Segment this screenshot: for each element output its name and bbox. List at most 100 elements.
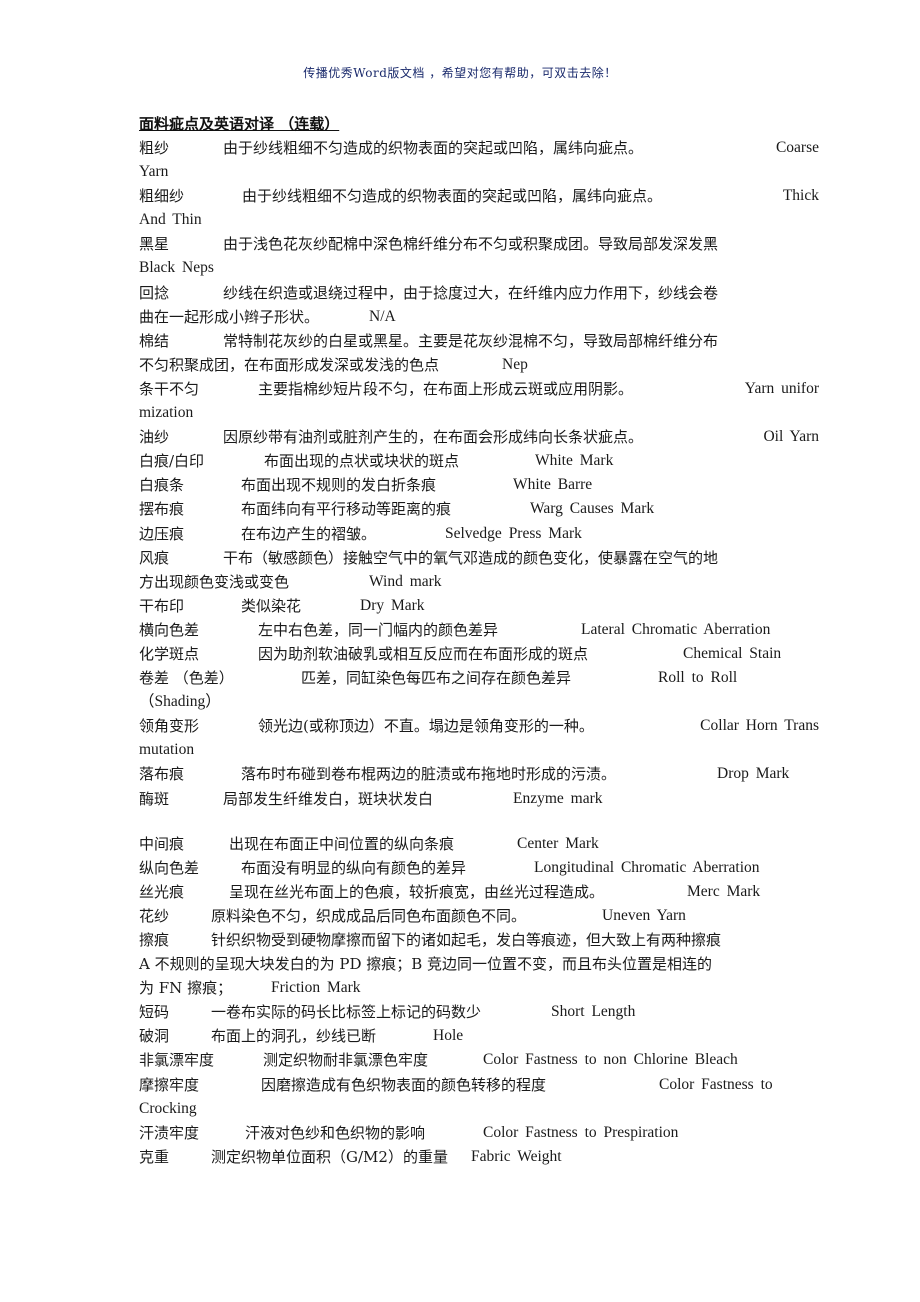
glossary-continuation-line: Yarn xyxy=(139,160,819,184)
term-english: White Mark xyxy=(535,452,614,470)
term-zh: 克重 xyxy=(139,1147,170,1166)
term-description: 原料染色不匀，织成成品后同色布面颜色不同。 xyxy=(211,906,527,925)
term-english: And Thin xyxy=(139,211,202,229)
term-description: 局部发生纤维发白，斑块状发白 xyxy=(223,789,434,808)
glossary-continuation-line: 方出现颜色变浅或变色 Wind mark xyxy=(139,570,819,594)
glossary-entry: 白痕/白印 布面出现的点状或块状的斑点 White Mark xyxy=(139,449,819,473)
term-description: 测定织物耐非氯漂色牢度 xyxy=(263,1051,429,1070)
term-zh: 白痕条 xyxy=(139,476,185,495)
glossary-entry: 黑星 由于浅色花灰纱配棉中深色棉纤维分布不匀或积聚成团。导致局部发深发黑 xyxy=(139,232,819,256)
term-zh: 粗纱 xyxy=(139,139,170,157)
term-english: White Barre xyxy=(513,476,593,494)
term-english: Collar Horn Trans xyxy=(700,717,819,735)
glossary-continuation-line: （Shading） xyxy=(139,690,819,714)
glossary-continuation-line: 不匀积聚成团，在布面形成发深或发浅的色点 Nep xyxy=(139,353,819,377)
term-description: 方出现颜色变浅或变色 xyxy=(139,572,290,591)
term-english: N/A xyxy=(369,307,396,325)
term-english: Dry Mark xyxy=(360,596,425,614)
term-english: Nep xyxy=(502,355,528,373)
term-zh: 落布痕 xyxy=(139,765,185,784)
header-notice: 传播优秀Word版文档 ，希望对您有帮助，可双击去除！ xyxy=(303,66,617,80)
term-zh: 丝光痕 xyxy=(139,882,185,901)
term-zh: 花纱 xyxy=(139,906,170,925)
term-description: 布面出现的点状或块状的斑点 xyxy=(264,452,460,471)
glossary-entry: 摆布痕 布面纬向有平行移动等距离的痕 Warg Causes Mark xyxy=(139,497,819,521)
term-english: Hole xyxy=(433,1027,464,1045)
glossary-entry: 中间痕 出现在布面正中间位置的纵向条痕 Center Mark xyxy=(139,832,819,856)
glossary-entry: 领角变形 领光边(或称顶边）不直。塌边是领角变形的一种。 Collar Horn T… xyxy=(139,714,819,738)
term-zh: 回捻 xyxy=(139,283,170,302)
term-description: 常特制花灰纱的白星或黑星。主要是花灰纱混棉不匀，导致局部棉纤维分布 xyxy=(223,331,719,350)
term-english: Thick xyxy=(782,187,819,205)
term-zh: 黑星 xyxy=(139,235,170,254)
glossary-entry: 酶斑 局部发生纤维发白，斑块状发白 Enzyme mark xyxy=(139,787,819,811)
term-zh: 卷差 （色差） xyxy=(139,669,234,688)
glossary-entry: 卷差 （色差） 匹差，同缸染色每匹布之间存在颜色差异 Roll to Roll xyxy=(139,666,819,690)
term-description: 曲在一起形成小辫子形状。 xyxy=(139,307,320,326)
document-title: 面料疵点及英语对译 （连载） xyxy=(139,115,340,133)
term-english: Chemical Stain xyxy=(683,644,782,662)
glossary-entry: 擦痕 针织织物受到硬物摩擦而留下的诸如起毛，发白等痕迹，但大致上有两种擦痕 xyxy=(139,928,819,952)
term-description: 布面上的洞孔，纱线已断 xyxy=(211,1027,377,1046)
term-zh: 摆布痕 xyxy=(139,500,185,519)
glossary-continuation-line: Crocking xyxy=(139,1097,819,1121)
term-english: Drop Mark xyxy=(717,765,790,783)
term-zh: 风痕 xyxy=(139,548,170,567)
term-english: Roll to Roll xyxy=(658,669,738,687)
term-english: Longitudinal Chromatic Aberration xyxy=(534,858,760,876)
glossary-continuation-line: And Thin xyxy=(139,208,819,232)
term-description: 纱线在织造或退绕过程中，由于捻度过大，在纤维内应力作用下，纱线会卷 xyxy=(223,283,719,302)
term-description: 不匀积聚成团，在布面形成发深或发浅的色点 xyxy=(139,355,440,374)
term-english: （Shading） xyxy=(139,693,221,711)
glossary-continuation-line: A 不规则的呈现大块发白的为 PD 擦痕；B 竞边同一位置不变，而且布头位置是相… xyxy=(139,952,819,976)
term-zh: 酶斑 xyxy=(139,789,170,808)
term-zh: 破洞 xyxy=(139,1027,170,1046)
term-zh: 油纱 xyxy=(139,428,170,447)
term-description: 由于纱线粗细不匀造成的织物表面的突起或凹陷，属纬向疵点。 xyxy=(223,139,644,157)
glossary-entry: 非氯漂牢度 测定织物耐非氯漂色牢度 Color Fastness to non Ch… xyxy=(139,1048,819,1072)
term-english: mization xyxy=(139,404,194,422)
glossary-entry: 回捻 纱线在织造或退绕过程中，由于捻度过大，在纤维内应力作用下，纱线会卷 xyxy=(139,281,819,305)
glossary-entry: 摩擦牢度 因磨擦造成有色织物表面的颜色转移的程度 Color Fastness to xyxy=(139,1073,819,1097)
glossary-entry: 棉结 常特制花灰纱的白星或黑星。主要是花灰纱混棉不匀，导致局部棉纤维分布 xyxy=(139,329,819,353)
glossary-continuation-line: mization xyxy=(139,401,819,425)
term-english: Oil Yarn xyxy=(763,428,819,446)
glossary-entry: 短码 一卷布实际的码长比标签上标记的码数少 Short Length xyxy=(139,1000,819,1024)
term-english: Uneven Yarn xyxy=(602,906,686,924)
term-description: 测定织物单位面积（G/M2）的重量 xyxy=(211,1147,448,1166)
term-description: 在布边产生的褶皱。 xyxy=(241,524,377,543)
term-english: Yarn unifor xyxy=(744,379,819,397)
glossary-entry: 粗纱 由于纱线粗细不匀造成的织物表面的突起或凹陷，属纬向疵点。 Coarse xyxy=(139,136,819,160)
glossary-entry: 干布印 类似染花 Dry Mark xyxy=(139,594,819,618)
glossary-entry: 汗渍牢度 汗液对色纱和色织物的影响 Color Fastness to Prespi… xyxy=(139,1121,819,1145)
glossary-entry: 克重 测定织物单位面积（G/M2）的重量 Fabric Weight xyxy=(139,1145,819,1169)
glossary-entry: 风痕 干布（敏感颜色）接触空气中的氧气邓造成的颜色变化，使暴露在空气的地 xyxy=(139,546,819,570)
glossary-entry: 粗细纱 由于纱线粗细不匀造成的织物表面的突起或凹陷，属纬向疵点。 Thick xyxy=(139,184,819,208)
term-zh: 非氯漂牢度 xyxy=(139,1051,215,1070)
term-zh: 白痕/白印 xyxy=(139,452,205,471)
term-description: 类似染花 xyxy=(241,596,302,615)
term-zh: 领角变形 xyxy=(139,717,200,736)
term-english: Lateral Chromatic Aberration xyxy=(581,620,771,638)
term-description: 因原纱带有油剂或脏剂产生的，在布面会形成纬向长条状疵点。 xyxy=(223,428,644,447)
term-description: 出现在布面正中间位置的纵向条痕 xyxy=(229,834,455,853)
term-zh: 边压痕 xyxy=(139,524,185,543)
term-english: Friction Mark xyxy=(271,979,361,997)
term-zh: 汗渍牢度 xyxy=(139,1123,200,1142)
term-description: 布面没有明显的纵向有颜色的差异 xyxy=(241,858,467,877)
term-zh: 短码 xyxy=(139,1003,170,1022)
term-description: 汗液对色纱和色织物的影响 xyxy=(245,1123,426,1142)
glossary-continuation-line: 曲在一起形成小辫子形状。 N/A xyxy=(139,305,819,329)
glossary-entry: 化学斑点 因为助剂软油破乳或相互反应而在布面形成的斑点 Chemical Stain xyxy=(139,642,819,666)
term-english: Crocking xyxy=(139,1099,197,1117)
glossary-entry: 横向色差 左中右色差，同一门幅内的颜色差异 Lateral Chromatic Ab… xyxy=(139,618,819,642)
glossary-entry: 破洞 布面上的洞孔，纱线已断 Hole xyxy=(139,1024,819,1048)
term-description: 因为助剂软油破乳或相互反应而在布面形成的斑点 xyxy=(258,644,589,663)
term-english: Wind mark xyxy=(369,572,442,590)
term-english: Fabric Weight xyxy=(471,1147,562,1165)
term-description: 为 FN 擦痕； xyxy=(139,979,233,998)
term-description: 左中右色差，同一门幅内的颜色差异 xyxy=(258,620,499,639)
term-description: 一卷布实际的码长比标签上标记的码数少 xyxy=(211,1003,482,1022)
term-description: 主要指棉纱短片段不匀，在布面上形成云斑或应用阴影。 xyxy=(258,379,634,398)
term-description: A 不规则的呈现大块发白的为 PD 擦痕；B 竞边同一位置不变，而且布头位置是相… xyxy=(139,955,713,974)
